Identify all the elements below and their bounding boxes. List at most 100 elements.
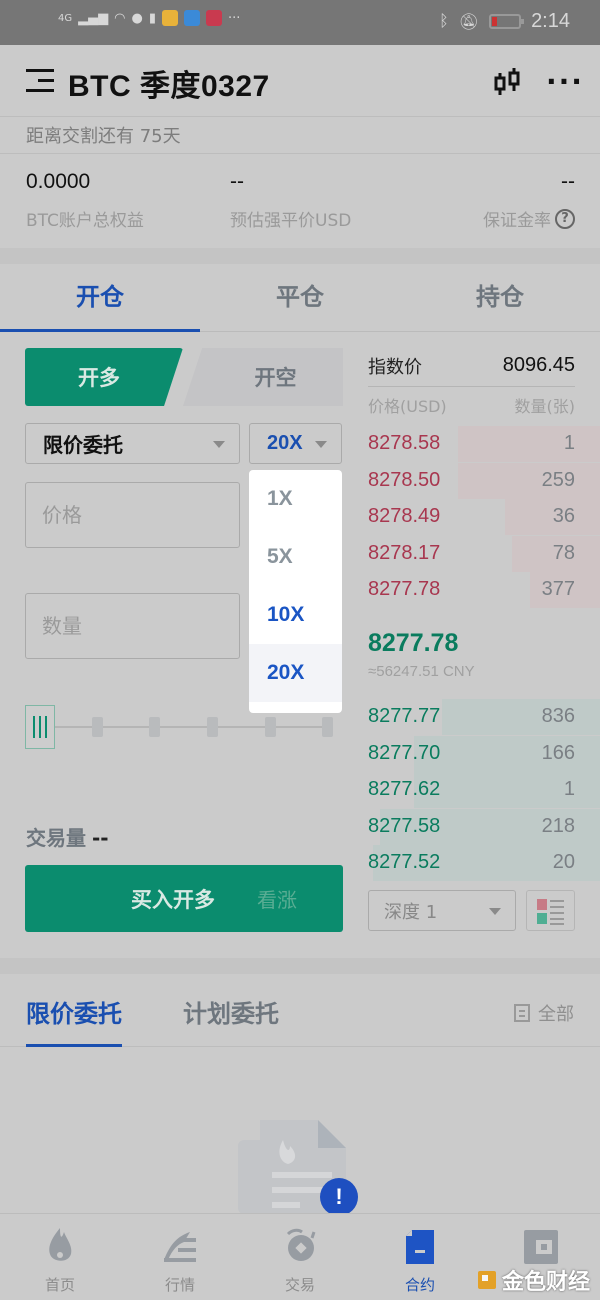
flame-icon <box>49 1228 72 1261</box>
ask-row[interactable]: 8278.58 1 <box>368 426 600 462</box>
liquidation-label: 预估强平价USD <box>230 211 352 231</box>
tab-close-position[interactable]: 平仓 <box>200 264 400 331</box>
order-type-value: 限价委托 <box>43 433 123 457</box>
bid-row[interactable]: 8277.62 1 <box>368 772 600 808</box>
bid-row[interactable]: 8277.58 218 <box>368 808 600 845</box>
liquidation-price: -- 预估强平价USD <box>230 170 351 231</box>
tab-holdings[interactable]: 持仓 <box>400 264 600 331</box>
last-price: 8277.78 <box>368 629 459 657</box>
ask-quantity: 377 <box>541 578 575 600</box>
bid-depth-bar <box>442 699 600 735</box>
ask-quantity: 1 <box>563 432 575 454</box>
ask-price: 8278.50 <box>368 468 441 491</box>
book-layout-button[interactable] <box>526 890 575 931</box>
battery-icon <box>489 14 525 29</box>
equity-label: BTC账户总权益 <box>26 211 144 231</box>
nav-market[interactable]: 行情 <box>120 1214 240 1300</box>
wechat-icon: ● <box>131 10 143 26</box>
slider-stop[interactable] <box>265 717 276 737</box>
chevron-down-icon <box>315 441 327 448</box>
slider-stop[interactable] <box>149 717 160 737</box>
weibo-app-icon <box>161 10 178 26</box>
margin-rate: -- 保证金率 ? <box>483 170 575 231</box>
bid-price: 8277.77 <box>368 705 441 727</box>
leverage-select[interactable]: 20X <box>249 423 342 464</box>
index-price-value: 8096.45 <box>502 354 575 376</box>
nav-trade[interactable]: 交易 <box>240 1214 360 1300</box>
bid-price: 8277.58 <box>368 814 441 837</box>
ask-price: 8278.58 <box>368 432 441 454</box>
more-notifications-icon: ··· <box>227 10 241 26</box>
margin-rate-label-group: 保证金率 ? <box>483 206 575 231</box>
leverage-option[interactable]: 10X <box>249 586 342 644</box>
open-long-button[interactable]: 开多 <box>25 348 183 406</box>
depth-select[interactable]: 深度 1 <box>368 890 516 931</box>
calendar-app-icon <box>205 10 222 26</box>
liquidation-value: -- <box>230 170 244 193</box>
book-layout-icon <box>537 899 564 925</box>
tab-plan-orders[interactable]: 计划委托 <box>183 994 279 1029</box>
bid-price: 8277.62 <box>368 778 441 800</box>
candlestick-icon[interactable] <box>494 67 522 97</box>
status-bar: 4G ▂▄▆ ◠ ● ▮ ··· ᛒ 🔕︎ 2:14 <box>0 0 600 45</box>
list-icon <box>514 1004 530 1022</box>
nav-contract[interactable]: 合约 <box>360 1214 480 1300</box>
ask-row[interactable]: 8277.78 377 <box>368 572 600 608</box>
tab-limit-orders[interactable]: 限价委托 <box>26 994 122 1047</box>
nav-label: 首页 <box>44 1276 75 1294</box>
clock: 2:14 <box>531 10 570 32</box>
leverage-option[interactable]: 5X <box>249 528 342 586</box>
browser-app-icon <box>183 10 200 26</box>
leverage-dropdown: 1X 5X 10X 20X <box>249 470 342 713</box>
alert-icon[interactable]: ! <box>320 1178 358 1216</box>
ask-quantity: 78 <box>552 541 575 564</box>
menu-arrow-icon[interactable] <box>26 69 54 93</box>
ask-depth-bar <box>458 462 600 499</box>
nav-home[interactable]: 首页 <box>0 1214 120 1300</box>
qty-column-header: 数量(张) <box>514 397 576 416</box>
delivery-countdown: 距离交割还有 75天 <box>26 126 181 147</box>
price-column-header: 价格(USD) <box>368 397 447 416</box>
depth-value: 深度 1 <box>384 901 438 923</box>
chevron-down-icon <box>213 441 225 448</box>
equity-value: 0.0000 <box>26 170 91 193</box>
quantity-input[interactable] <box>25 593 240 659</box>
nav-label: 行情 <box>164 1276 195 1294</box>
buy-button-hint: 看涨 <box>257 888 297 912</box>
page-title[interactable]: BTC 季度0327 <box>68 61 270 105</box>
slider-stop[interactable] <box>92 717 103 737</box>
slider-handle[interactable] <box>25 705 55 749</box>
ask-price: 8278.17 <box>368 541 441 564</box>
all-orders-link[interactable]: 全部 <box>514 1000 574 1026</box>
orders-tabs: 限价委托 计划委托 全部 <box>0 974 600 1047</box>
mute-bell-icon: 🔕︎ <box>458 13 480 31</box>
ask-row[interactable]: 8278.17 78 <box>368 535 600 572</box>
section-separator <box>0 958 600 974</box>
leverage-option-selected[interactable]: 20X <box>249 644 342 702</box>
ask-row[interactable]: 8278.49 36 <box>368 499 600 535</box>
leverage-option[interactable]: 1X <box>249 470 342 528</box>
bid-row[interactable]: 8277.70 166 <box>368 735 600 772</box>
bid-row[interactable]: 8277.77 836 <box>368 699 600 735</box>
trade-volume: 交易量 -- <box>26 822 109 851</box>
watermark-text: 金色财经 <box>502 1270 591 1295</box>
watermark: 金色财经 <box>478 1264 590 1296</box>
price-input[interactable] <box>25 482 240 548</box>
slider-stop[interactable] <box>207 717 218 737</box>
bid-price: 8277.52 <box>368 851 441 873</box>
order-type-select[interactable]: 限价委托 <box>25 423 240 464</box>
tab-open-position[interactable]: 开仓 <box>0 264 200 332</box>
buy-open-long-button[interactable]: 买入开多 看涨 <box>25 865 343 932</box>
margin-rate-label: 保证金率 <box>483 211 551 231</box>
bid-price: 8277.70 <box>368 741 441 764</box>
ask-row[interactable]: 8278.50 259 <box>368 462 600 499</box>
bid-row[interactable]: 8277.52 20 <box>368 845 600 881</box>
leverage-value: 20X <box>267 432 303 454</box>
more-dots-icon[interactable]: ··· <box>546 68 584 96</box>
open-short-button[interactable]: 开空 <box>183 348 343 406</box>
status-bar-right: ᛒ 🔕︎ 2:14 <box>439 10 570 33</box>
ask-price: 8277.78 <box>368 578 441 600</box>
ask-quantity: 259 <box>541 468 575 491</box>
help-icon[interactable]: ? <box>555 208 575 229</box>
slider-stop[interactable] <box>322 717 333 737</box>
